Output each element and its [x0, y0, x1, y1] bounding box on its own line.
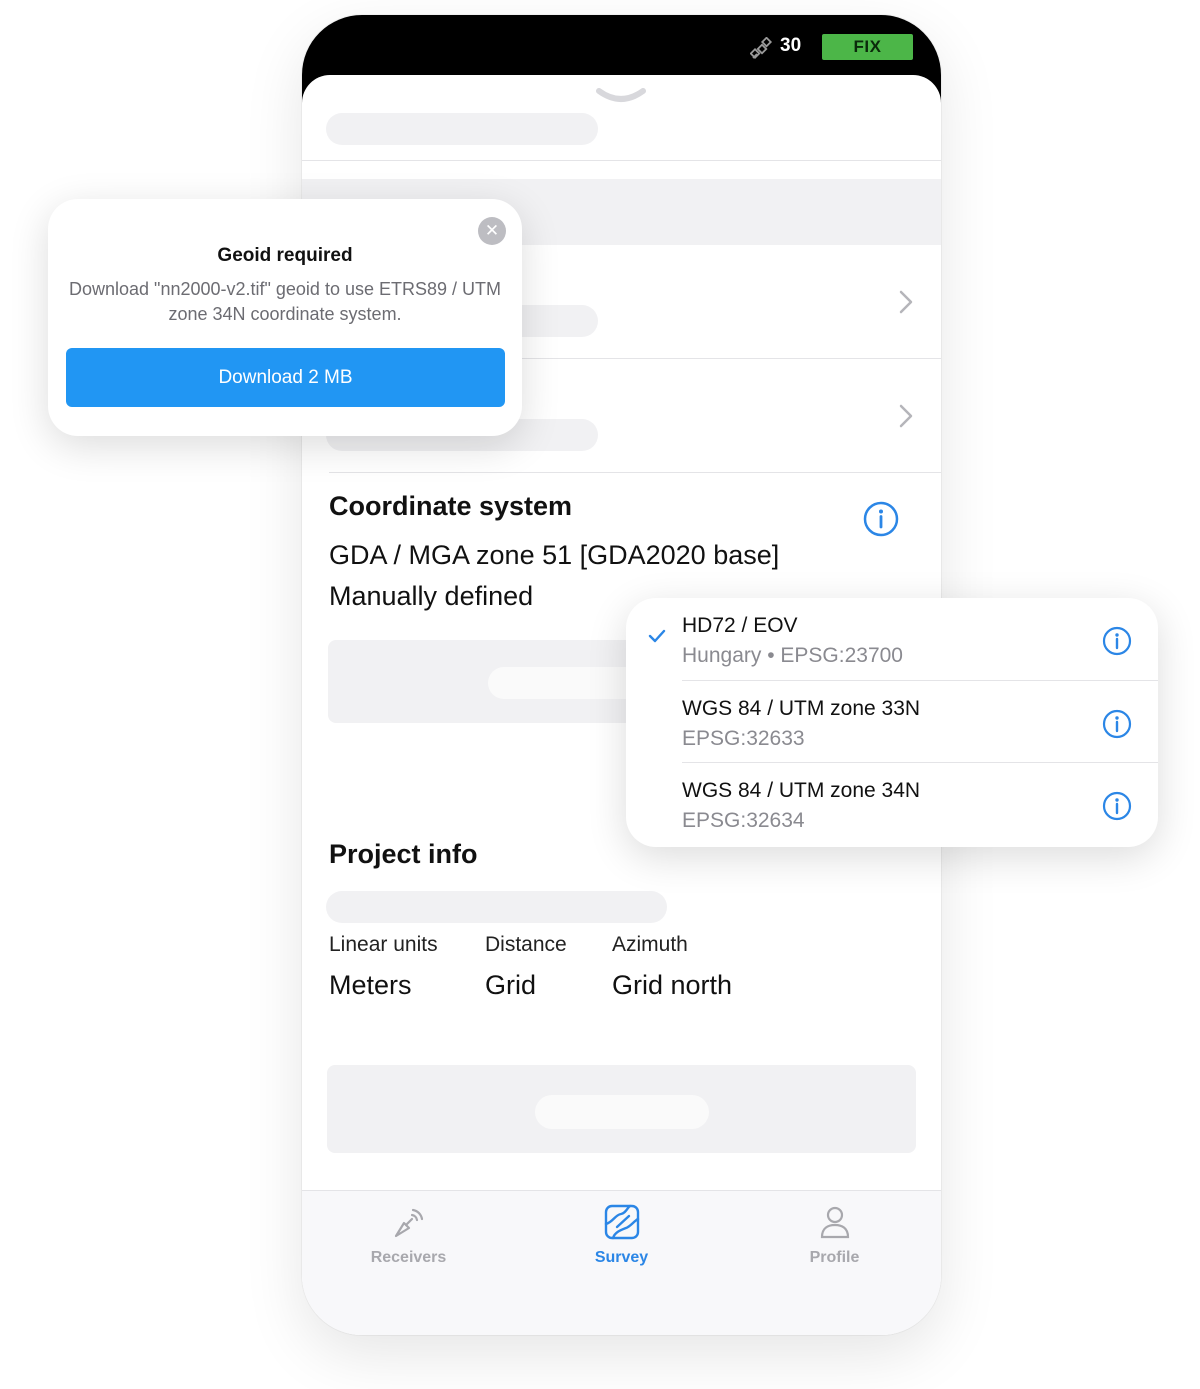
divider — [302, 160, 941, 161]
coordinate-system-dropdown: HD72 / EOV Hungary • EPSG:23700 WGS 84 /… — [626, 598, 1158, 847]
chevron-right-icon — [899, 404, 913, 428]
project-info-title: Project info — [329, 839, 478, 869]
satellite-icon — [750, 37, 773, 60]
collapse-handle-icon[interactable] — [595, 85, 647, 107]
placeholder-bar — [535, 1095, 709, 1129]
tab-survey[interactable]: Survey — [515, 1191, 728, 1291]
divider — [329, 472, 941, 473]
cs-option-name: WGS 84 / UTM zone 33N — [682, 697, 921, 720]
chevron-right-icon — [899, 290, 913, 314]
tab-label: Profile — [809, 1249, 860, 1266]
azimuth-label: Azimuth — [612, 933, 688, 956]
download-button[interactable]: Download 2 MB — [66, 348, 505, 407]
cs-option-subtitle: Hungary • EPSG:23700 — [682, 644, 903, 667]
tab-bar: Receivers Survey Profile — [302, 1190, 941, 1335]
azimuth-value: Grid north — [612, 970, 733, 1000]
fix-status-badge: FIX — [822, 34, 913, 60]
cs-option[interactable]: HD72 / EOV Hungary • EPSG:23700 — [626, 598, 1158, 680]
info-icon[interactable] — [1102, 709, 1132, 739]
distance-label: Distance — [485, 933, 567, 956]
close-icon[interactable]: ✕ — [478, 217, 506, 245]
cs-option[interactable]: WGS 84 / UTM zone 33N EPSG:32633 — [626, 681, 1158, 763]
geoid-required-popup: ✕ Geoid required Download "nn2000-v2.tif… — [48, 199, 522, 436]
antenna-icon — [394, 1208, 424, 1238]
popup-message: Download "nn2000-v2.tif" geoid to use ET… — [69, 279, 501, 324]
satellite-count: 30 — [780, 35, 802, 56]
map-icon — [604, 1204, 640, 1240]
tab-profile[interactable]: Profile — [728, 1191, 941, 1291]
linear-units-label: Linear units — [329, 933, 438, 956]
coordinate-system-value: GDA / MGA zone 51 [GDA2020 base] — [329, 540, 780, 570]
distance-value: Grid — [485, 970, 537, 1000]
info-icon[interactable] — [863, 501, 899, 537]
coordinate-system-title: Coordinate system — [329, 491, 573, 521]
linear-units-value: Meters — [329, 970, 412, 1000]
tab-receivers[interactable]: Receivers — [302, 1191, 515, 1291]
cs-option-subtitle: EPSG:32634 — [682, 809, 805, 832]
info-icon[interactable] — [1102, 791, 1132, 821]
placeholder-bar — [326, 891, 667, 923]
cs-option-name: WGS 84 / UTM zone 34N — [682, 779, 921, 802]
person-icon — [820, 1206, 850, 1239]
info-icon[interactable] — [1102, 626, 1132, 656]
cs-option-subtitle: EPSG:32633 — [682, 727, 805, 750]
tab-label: Receivers — [370, 1249, 447, 1266]
placeholder-button — [327, 1065, 916, 1153]
cs-option[interactable]: WGS 84 / UTM zone 34N EPSG:32634 — [626, 763, 1158, 845]
tab-label: Survey — [594, 1249, 649, 1266]
popup-title: Geoid required — [217, 245, 353, 266]
coordinate-system-source: Manually defined — [329, 581, 534, 611]
checkmark-icon — [648, 629, 666, 643]
cs-option-name: HD72 / EOV — [682, 614, 798, 637]
placeholder-bar — [326, 113, 598, 145]
